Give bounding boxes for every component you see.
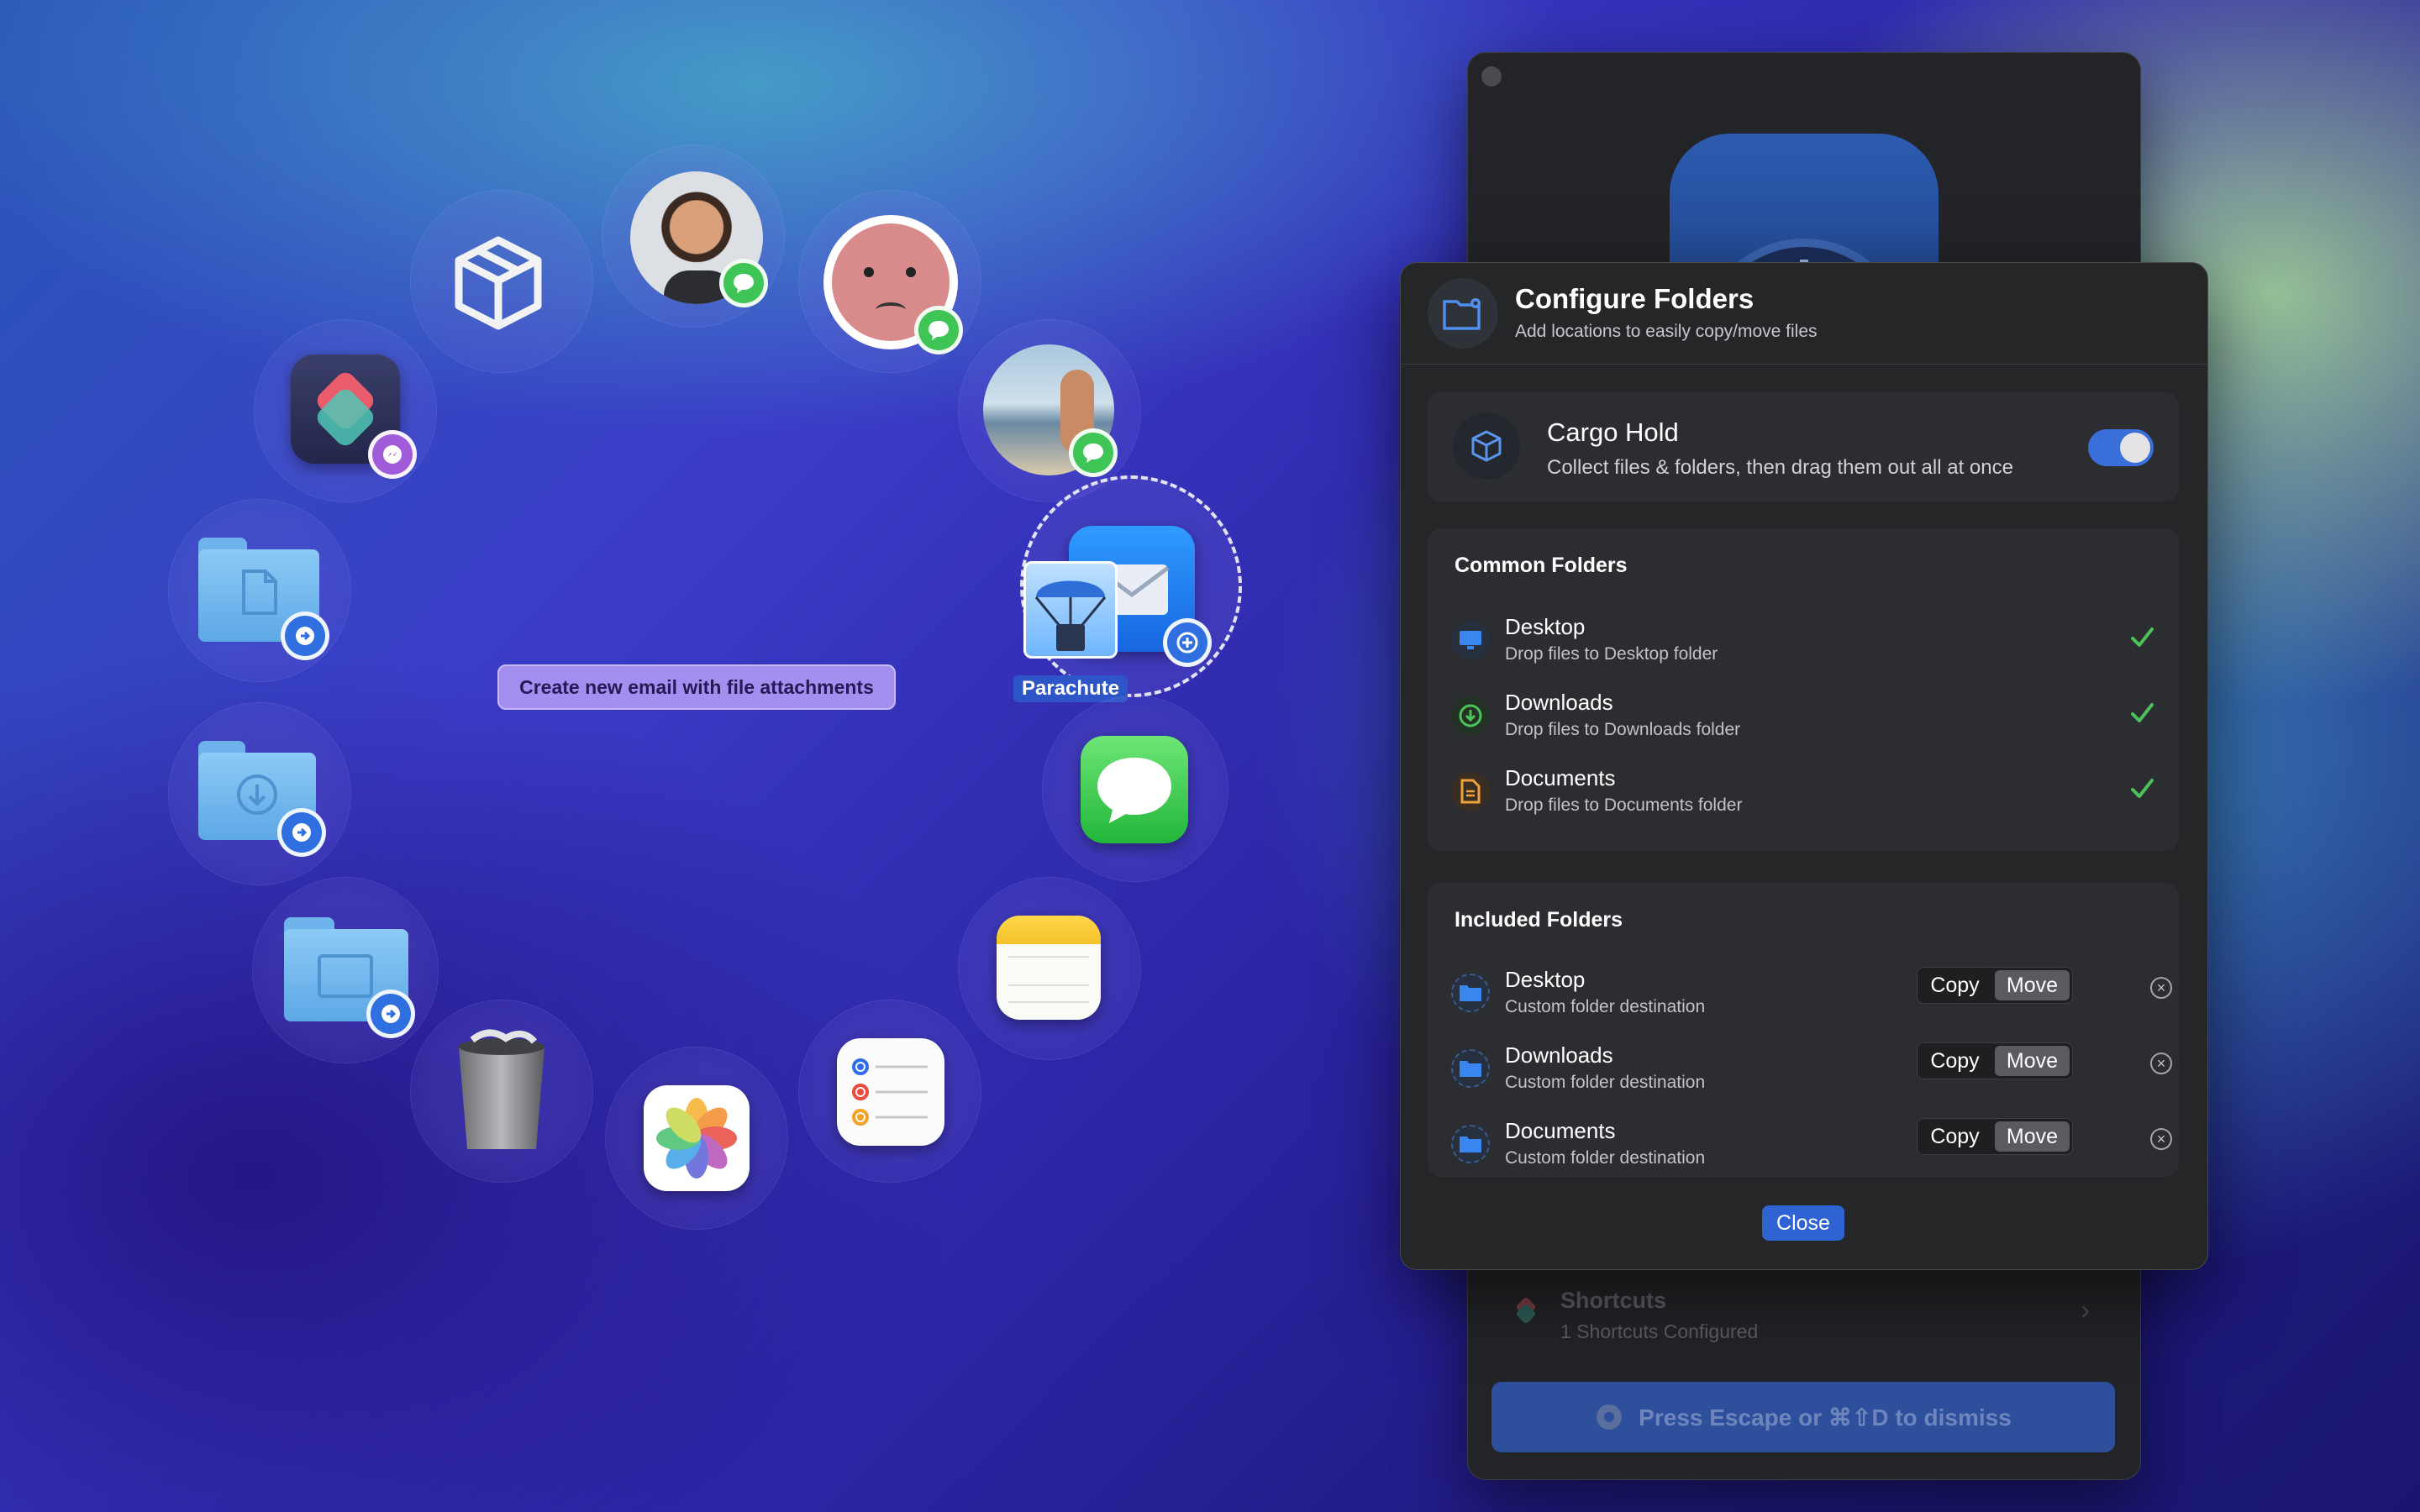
common-folder-row-desktop[interactable]: Desktop Drop files to Desktop folder	[1451, 609, 2165, 676]
panel-subtitle: Add locations to easily copy/move files	[1515, 322, 1818, 341]
checkmark-icon	[2131, 703, 2154, 722]
common-folder-row-downloads[interactable]: Downloads Drop files to Downloads folder	[1451, 685, 2165, 752]
folder-title: Desktop	[1505, 614, 1586, 639]
common-folder-row-documents[interactable]: Documents Drop files to Documents folder	[1451, 760, 2165, 827]
window-close-dot[interactable]	[1481, 66, 1502, 87]
copy-option[interactable]: Copy	[1918, 1043, 1992, 1079]
copy-option[interactable]: Copy	[1918, 968, 1992, 1003]
included-folder-row-documents: Documents Custom folder destination Copy…	[1451, 1113, 2172, 1177]
configure-folders-panel: Configure Folders Add locations to easil…	[1400, 262, 2208, 1270]
messenger-badge-icon	[368, 430, 417, 479]
messages-badge-icon	[719, 259, 768, 307]
shortcuts-title: Shortcuts	[1560, 1288, 1667, 1313]
move-option[interactable]: Move	[1995, 1121, 2070, 1152]
copy-option[interactable]: Copy	[1918, 1119, 1992, 1154]
panel-header: Configure Folders Add locations to easil…	[1401, 263, 2207, 365]
cargo-hold-subtitle: Collect files & folders, then drag them …	[1547, 456, 2013, 479]
dismiss-label: Press Escape or ⌘⇧D to dismiss	[1639, 1404, 2012, 1431]
folder-subtitle: Custom folder destination	[1505, 1073, 1706, 1092]
shortcuts-row[interactable]: Shortcuts 1 Shortcuts Configured	[1512, 1288, 1758, 1343]
folder-subtitle: Custom folder destination	[1505, 1148, 1706, 1168]
trash-icon	[459, 1029, 544, 1149]
action-tooltip: Create new email with file attachments	[497, 664, 896, 710]
close-button[interactable]: Close	[1762, 1205, 1844, 1241]
common-folders-card: Common Folders Desktop Drop files to Des…	[1428, 528, 2179, 851]
remove-folder-icon[interactable]: ×	[2150, 977, 2172, 999]
shortcuts-subtitle: 1 Shortcuts Configured	[1560, 1320, 1759, 1342]
copy-move-segmented-control[interactable]: Copy Move	[1917, 1118, 2073, 1155]
add-badge-icon	[1163, 618, 1212, 667]
cargo-hold-title: Cargo Hold	[1547, 417, 1679, 447]
document-icon	[1451, 772, 1490, 811]
folder-title: Documents	[1505, 1118, 1616, 1143]
folder-title: Downloads	[1505, 690, 1613, 715]
go-badge-icon	[366, 990, 415, 1038]
box-icon	[455, 236, 542, 330]
folder-icon	[1451, 1125, 1490, 1163]
included-folder-row-desktop: Desktop Custom folder destination Copy M…	[1451, 962, 2172, 1029]
included-folders-card: Included Folders Desktop Custom folder d…	[1428, 883, 2179, 1177]
folder-subtitle: Custom folder destination	[1505, 997, 1706, 1016]
folder-subtitle: Drop files to Documents folder	[1505, 795, 1743, 815]
common-folders-title: Common Folders	[1455, 554, 1628, 577]
parachute-drag-icon	[1023, 561, 1118, 659]
checkmark-icon	[2131, 627, 2154, 647]
notes-icon	[997, 916, 1101, 1020]
reminders-icon	[837, 1038, 944, 1146]
messages-badge-icon	[914, 306, 963, 354]
folder-settings-icon	[1428, 278, 1498, 349]
panel-title: Configure Folders	[1515, 283, 1754, 314]
folder-icon	[1451, 1049, 1490, 1088]
folder-subtitle: Drop files to Downloads folder	[1505, 720, 1741, 739]
dismiss-button[interactable]: Press Escape or ⌘⇧D to dismiss	[1491, 1382, 2115, 1452]
box-icon	[1453, 412, 1520, 480]
included-folders-title: Included Folders	[1455, 908, 1623, 932]
go-badge-icon	[277, 808, 326, 857]
messages-badge-icon	[1069, 428, 1118, 477]
shortcuts-icon	[1516, 1297, 1536, 1324]
chevron-right-icon: ›	[2081, 1294, 2090, 1325]
checkmark-icon	[2131, 779, 2154, 798]
included-folder-row-downloads: Downloads Custom folder destination Copy…	[1451, 1037, 2172, 1105]
desktop-icon	[1451, 621, 1490, 659]
eye-slash-icon	[1597, 1404, 1623, 1430]
move-option[interactable]: Move	[1995, 970, 2070, 1000]
copy-move-segmented-control[interactable]: Copy Move	[1917, 1042, 2073, 1079]
folder-title: Desktop	[1505, 967, 1586, 992]
download-icon	[1451, 696, 1490, 735]
go-badge-icon	[281, 612, 329, 660]
cargo-hold-toggle[interactable]	[2088, 429, 2154, 466]
remove-folder-icon[interactable]: ×	[2150, 1053, 2172, 1074]
move-option[interactable]: Move	[1995, 1046, 2070, 1076]
cargo-hold-card: Cargo Hold Collect files & folders, then…	[1428, 392, 2179, 501]
folder-title: Documents	[1505, 765, 1616, 790]
toggle-knob	[2120, 433, 2150, 463]
copy-move-segmented-control[interactable]: Copy Move	[1917, 967, 2073, 1004]
photos-icon	[644, 1085, 750, 1191]
folder-subtitle: Drop files to Desktop folder	[1505, 644, 1718, 664]
folder-icon	[1451, 974, 1490, 1012]
folder-title: Downloads	[1505, 1042, 1613, 1068]
remove-folder-icon[interactable]: ×	[2150, 1128, 2172, 1150]
messages-icon	[1081, 736, 1188, 843]
